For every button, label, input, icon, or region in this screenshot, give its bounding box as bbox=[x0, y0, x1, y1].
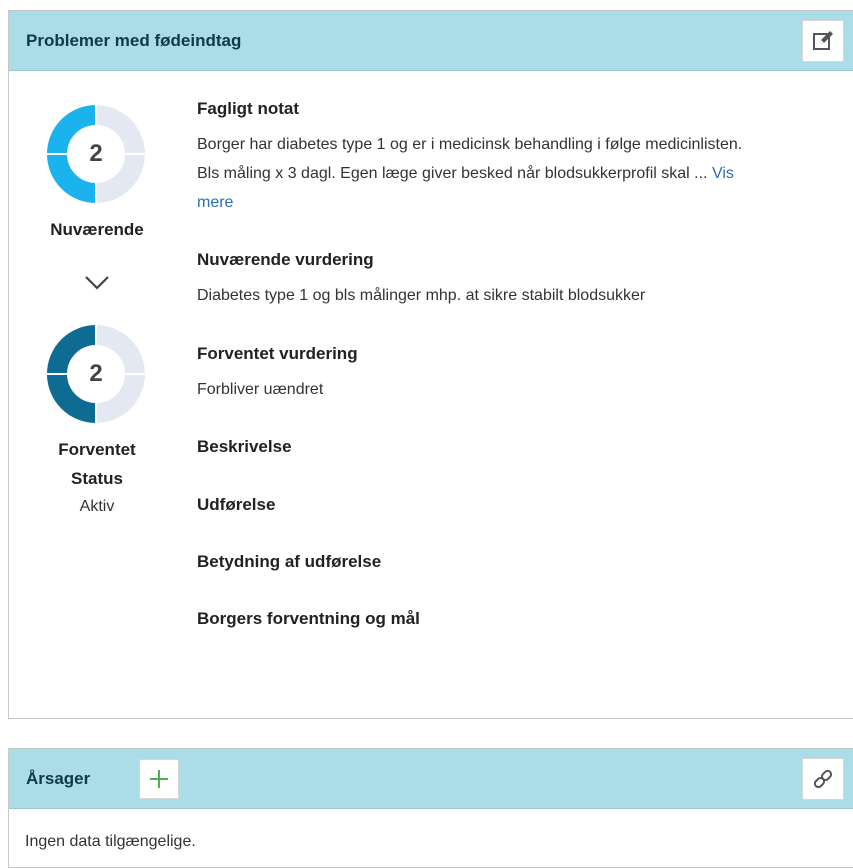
fagligt-notat-text: Borger har diabetes type 1 og er i medic… bbox=[197, 130, 757, 217]
problem-panel-title: Problemer med fødeindtag bbox=[26, 31, 242, 50]
aarsager-panel: Årsager Ingen data tilgængelige. bbox=[8, 748, 853, 868]
forventet-vurdering-text: Forbliver uændret bbox=[197, 381, 324, 398]
aarsager-panel-header: Årsager bbox=[9, 749, 853, 809]
current-level-donut: 2 bbox=[46, 104, 146, 204]
current-level-label: Nuværende bbox=[50, 220, 144, 239]
problem-panel-header: Problemer med fødeindtag bbox=[9, 11, 853, 71]
empty-state-text: Ingen data tilgængelige. bbox=[25, 833, 196, 850]
expected-level-label: Forventet bbox=[58, 440, 136, 459]
aarsager-panel-title: Årsager bbox=[26, 769, 91, 788]
link-icon bbox=[813, 769, 833, 789]
fagligt-notat-title: Fagligt notat bbox=[197, 99, 299, 118]
edit-pencil-icon bbox=[813, 31, 833, 50]
edit-button[interactable] bbox=[802, 20, 844, 62]
expected-level-donut: 2 bbox=[46, 324, 146, 424]
fagligt-notat-body: Borger har diabetes type 1 og er i medic… bbox=[197, 136, 743, 182]
add-aarsag-button[interactable] bbox=[139, 759, 179, 799]
chevron-down-icon bbox=[85, 276, 109, 290]
expected-level-value: 2 bbox=[89, 360, 103, 387]
beskrivelse-title: Beskrivelse bbox=[197, 437, 292, 456]
udfoerelse-title: Udførelse bbox=[197, 495, 276, 514]
forventet-vurdering-title: Forventet vurdering bbox=[197, 344, 358, 363]
status-value: Aktiv bbox=[79, 498, 115, 515]
nuvaerende-vurdering-title: Nuværende vurdering bbox=[197, 250, 374, 269]
current-level-value: 2 bbox=[89, 140, 103, 167]
borgers-forventning-title: Borgers forventning og mål bbox=[197, 609, 420, 628]
plus-icon bbox=[150, 770, 168, 788]
nuvaerende-vurdering-text: Diabetes type 1 og bls målinger mhp. at … bbox=[197, 287, 646, 304]
betydning-title: Betydning af udførelse bbox=[197, 552, 382, 571]
status-label: Status bbox=[71, 469, 123, 488]
link-button[interactable] bbox=[802, 758, 844, 800]
problem-panel: Problemer med fødeindtag 2 Nuværende 2 F… bbox=[8, 10, 853, 719]
